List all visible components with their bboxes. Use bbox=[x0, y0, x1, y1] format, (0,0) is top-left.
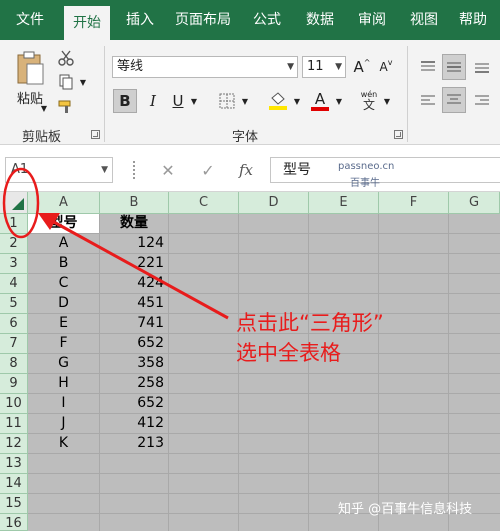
highlight-circle bbox=[2, 167, 40, 239]
arrow-head-icon bbox=[38, 213, 60, 230]
annotation-text: 点击此“三角形” 选中全表格 bbox=[236, 308, 384, 368]
annotation-line-1: 点击此“三角形” bbox=[236, 311, 384, 335]
annotation-line-2: 选中全表格 bbox=[236, 341, 341, 365]
arrow-line bbox=[51, 219, 229, 320]
annotation-overlay bbox=[2, 167, 229, 320]
zhihu-watermark: 知乎 @百事牛信息科技 bbox=[338, 502, 473, 517]
